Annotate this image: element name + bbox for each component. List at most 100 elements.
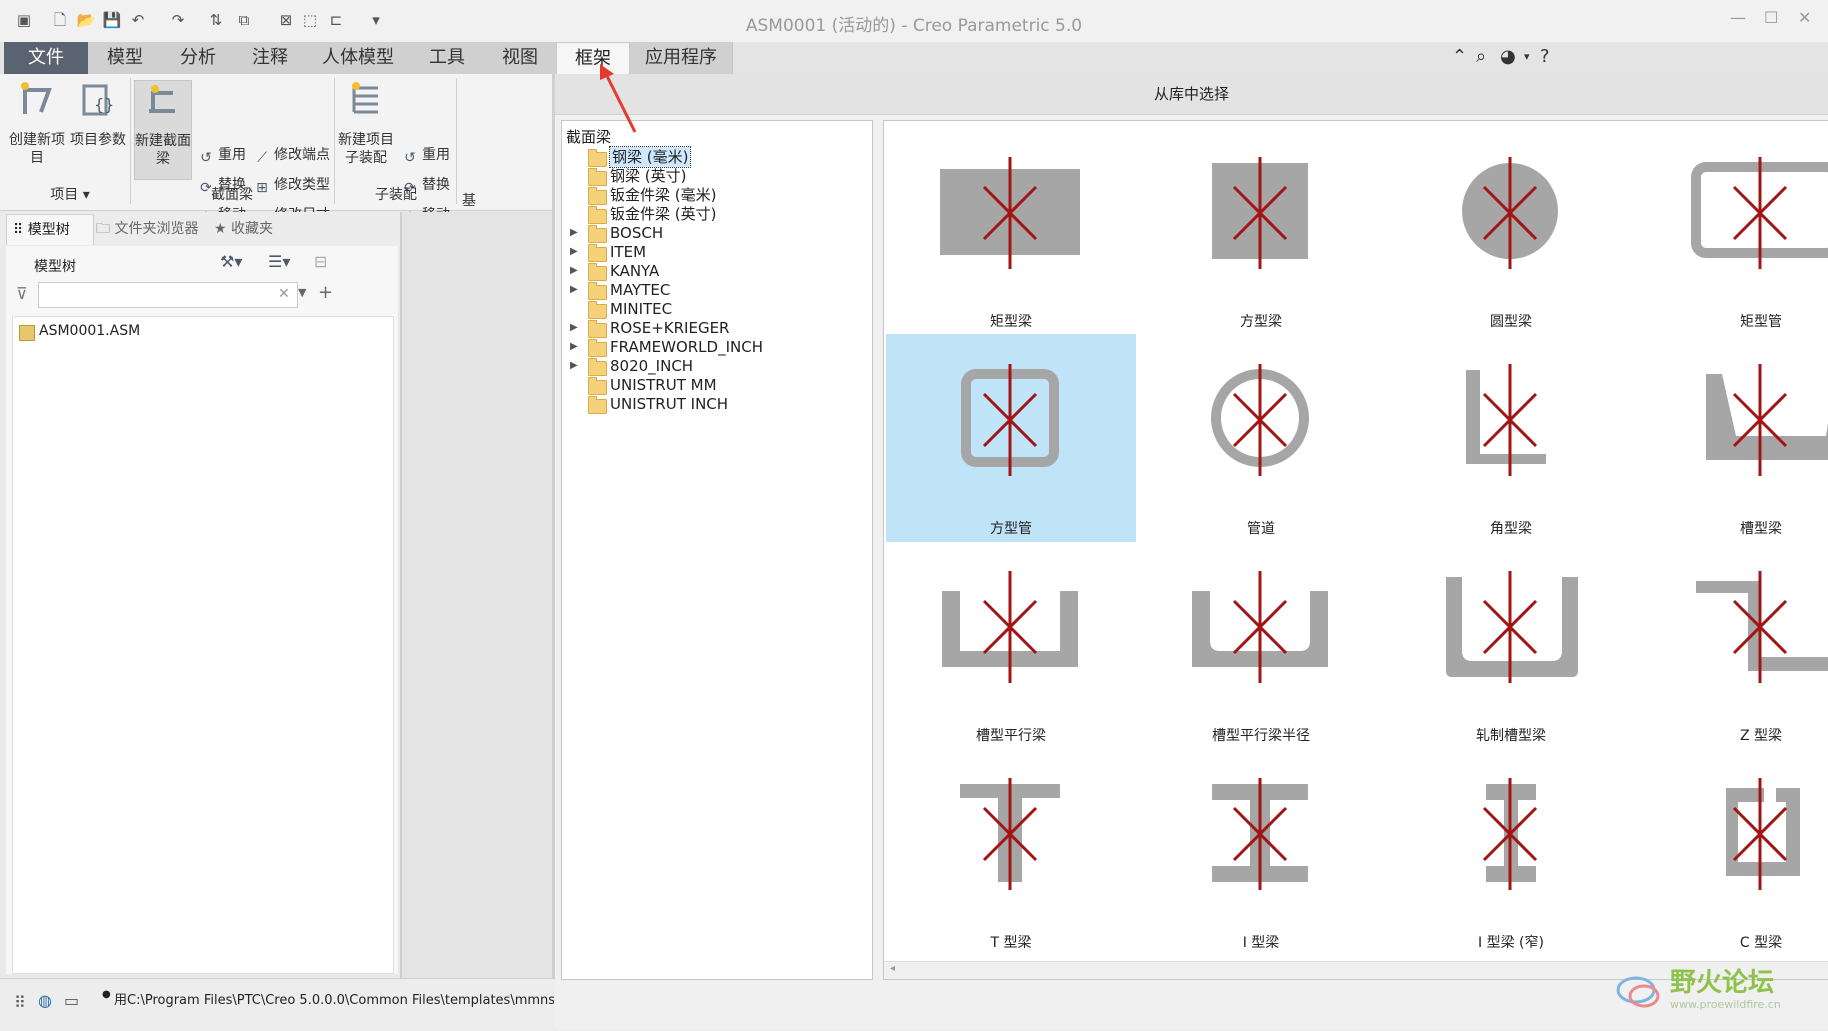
folder-item[interactable]: ▶ 8020_INCH bbox=[562, 356, 862, 376]
clear-search-icon[interactable]: ✕ bbox=[278, 286, 290, 302]
profile-item[interactable]: 轧制槽型梁 bbox=[1386, 541, 1636, 749]
add-filter-icon[interactable]: + bbox=[318, 282, 333, 303]
modify-end-label: 修改端点 bbox=[274, 147, 330, 163]
folder-icon bbox=[588, 320, 607, 338]
folder-item[interactable]: ▶ BOSCH bbox=[562, 223, 862, 243]
expand-arrow-icon[interactable]: ▶ bbox=[570, 318, 578, 338]
folder-item[interactable]: ▶ FRAMEWORLD_INCH bbox=[562, 337, 862, 357]
profile-label: Z 型梁 bbox=[1739, 728, 1783, 744]
close-icon[interactable]: ✕ bbox=[1798, 8, 1811, 27]
tab-analysis[interactable]: 分析 bbox=[162, 42, 235, 74]
circle-profile-icon bbox=[1462, 157, 1558, 269]
profile-item[interactable]: 槽型梁 bbox=[1636, 334, 1828, 542]
ribbon-body: 创建新项目 {} 项目参数 项目 ▾ 新建截面梁 ↺重用 ⟳替换 ✥移动 ⟋修改… bbox=[0, 74, 555, 226]
folder-icon bbox=[588, 339, 607, 357]
select-from-library-dialog: 从库中选择 截面梁 钢梁 (毫米) 钢梁 (英寸) 钣金件梁 (毫米) 钣金件梁 (英… bbox=[555, 74, 1828, 1030]
profile-item[interactable]: 槽型平行梁半径 bbox=[1136, 541, 1386, 749]
modify-end-button[interactable]: ⟋ 修改端点 bbox=[254, 144, 330, 166]
tree-filter-settings-icon[interactable]: ⊟ bbox=[314, 252, 327, 271]
folder-item[interactable]: ▶ ITEM bbox=[562, 242, 862, 262]
item-params-button[interactable]: {} 项目参数 bbox=[70, 80, 126, 149]
folder-label: UNISTRUT INCH bbox=[610, 395, 729, 413]
tab-manikin[interactable]: 人体模型 bbox=[306, 42, 411, 74]
pipe-profile-icon bbox=[1211, 364, 1309, 476]
tab-file[interactable]: 文件 bbox=[4, 42, 89, 74]
item-params-label: 项目参数 bbox=[70, 132, 126, 148]
create-new-item-label: 创建新项目 bbox=[9, 132, 65, 166]
folder-item[interactable]: 钢梁 (毫米) bbox=[562, 146, 862, 168]
profile-item[interactable]: 方型管 bbox=[886, 334, 1136, 542]
graphics-toolbar-icon[interactable]: ⠿ bbox=[14, 993, 26, 1012]
profile-item[interactable]: 方型梁 bbox=[1136, 127, 1386, 335]
tab-annotate[interactable]: 注释 bbox=[234, 42, 307, 74]
tree-search-input[interactable] bbox=[38, 282, 298, 308]
project-group-label[interactable]: 项目 ▾ bbox=[40, 184, 100, 204]
create-new-item-button[interactable]: 创建新项目 bbox=[6, 80, 68, 167]
folder-label: UNISTRUT MM bbox=[610, 376, 717, 394]
folder-item[interactable]: MINITEC bbox=[562, 299, 862, 319]
tree-item-root[interactable]: ASM0001.ASM bbox=[19, 323, 319, 345]
tab-favorites[interactable]: ★ 收藏夹 bbox=[208, 214, 290, 244]
folder-item[interactable]: 钣金件梁 (毫米) bbox=[562, 185, 862, 205]
profile-item[interactable]: I 型梁 bbox=[1136, 748, 1386, 956]
rect-profile-icon bbox=[940, 157, 1080, 269]
navigator-tabs: ⠿ 模型树 🗀 文件夹浏览器 ★ 收藏夹 bbox=[0, 212, 400, 246]
folder-item[interactable]: ▶ MAYTEC bbox=[562, 280, 862, 300]
profile-label: 圆型梁 bbox=[1490, 314, 1532, 330]
profile-item[interactable]: I 型梁 (窄) bbox=[1386, 748, 1636, 956]
ribbon-tab-bar: 文件 模型 分析 注释 人体模型 工具 视图 框架 应用程序 ⌃ ⌕ ◕ ▾ ? bbox=[0, 42, 1828, 75]
profile-item[interactable]: Z 型梁 bbox=[1636, 541, 1828, 749]
folder-item[interactable]: 钣金件梁 (英寸) bbox=[562, 204, 862, 224]
tab-model-tree[interactable]: ⠿ 模型树 bbox=[6, 214, 94, 245]
folder-item[interactable]: UNISTRUT INCH bbox=[562, 394, 862, 414]
channelpar-profile-icon bbox=[942, 571, 1078, 683]
expand-arrow-icon[interactable]: ▶ bbox=[570, 337, 578, 357]
profile-label: 槽型平行梁 bbox=[976, 728, 1046, 744]
scroll-left-icon[interactable]: ◂ bbox=[890, 963, 895, 974]
tree-show-icon[interactable]: ☰▾ bbox=[268, 252, 290, 271]
maximize-icon[interactable]: ☐ bbox=[1764, 8, 1778, 27]
folder-label: 钣金件梁 (英寸) bbox=[610, 205, 717, 223]
profile-item[interactable]: 槽型平行梁 bbox=[886, 541, 1136, 749]
browser-icon[interactable]: ◍ bbox=[38, 991, 52, 1010]
tree-settings-icon[interactable]: ⚒▾ bbox=[220, 252, 242, 271]
modify-type-button[interactable]: ⊞ 修改类型 bbox=[254, 174, 330, 196]
folder-item[interactable]: 钢梁 (英寸) bbox=[562, 166, 862, 186]
section-reuse-button[interactable]: ↺ 重用 bbox=[198, 144, 246, 166]
search-icon[interactable]: ⌕ bbox=[1476, 46, 1486, 67]
tab-favorites-label: 收藏夹 bbox=[231, 221, 274, 237]
tab-model[interactable]: 模型 bbox=[88, 42, 163, 74]
tab-tools[interactable]: 工具 bbox=[410, 42, 485, 74]
new-subassembly-button[interactable]: 新建项目子装配 bbox=[338, 80, 394, 167]
expand-arrow-icon[interactable]: ▶ bbox=[570, 356, 578, 376]
folder-item[interactable]: UNISTRUT MM bbox=[562, 375, 862, 395]
expand-arrow-icon[interactable]: ▶ bbox=[570, 223, 578, 243]
profile-label: 角型梁 bbox=[1490, 521, 1532, 537]
community-dropdown-icon[interactable]: ▾ bbox=[1524, 50, 1530, 63]
collapse-ribbon-icon[interactable]: ⌃ bbox=[1452, 46, 1467, 67]
help-icon[interactable]: ? bbox=[1540, 46, 1550, 67]
tab-folder-browser[interactable]: 🗀 文件夹浏览器 bbox=[90, 214, 208, 244]
new-section-beam-button[interactable]: 新建截面梁 bbox=[134, 80, 192, 180]
profile-label: T 型梁 bbox=[990, 935, 1032, 951]
profile-item[interactable]: 角型梁 bbox=[1386, 334, 1636, 542]
tab-view[interactable]: 视图 bbox=[484, 42, 557, 74]
profile-item[interactable]: C 型梁 bbox=[1636, 748, 1828, 956]
expand-arrow-icon[interactable]: ▶ bbox=[570, 261, 578, 281]
community-icon[interactable]: ◕ bbox=[1500, 46, 1516, 67]
full-screen-icon[interactable]: ▭ bbox=[64, 991, 79, 1010]
folder-item[interactable]: ▶ KANYA bbox=[562, 261, 862, 281]
watermark-url: www.proewildfire.cn bbox=[1670, 998, 1781, 1011]
profile-item[interactable]: 圆型梁 bbox=[1386, 127, 1636, 335]
sub-reuse-button[interactable]: ↺ 重用 bbox=[402, 144, 450, 166]
folder-item[interactable]: ▶ ROSE+KRIEGER bbox=[562, 318, 862, 338]
profile-item[interactable]: T 型梁 bbox=[886, 748, 1136, 956]
search-dropdown-icon[interactable]: ▼ bbox=[298, 286, 306, 299]
expand-arrow-icon[interactable]: ▶ bbox=[570, 280, 578, 300]
profile-item[interactable]: 矩型梁 bbox=[886, 127, 1136, 335]
expand-arrow-icon[interactable]: ▶ bbox=[570, 242, 578, 262]
minimize-icon[interactable]: — bbox=[1730, 8, 1746, 27]
profile-item[interactable]: 矩型管 bbox=[1636, 127, 1828, 335]
profile-item[interactable]: 管道 bbox=[1136, 334, 1386, 542]
assembly-icon bbox=[19, 325, 35, 341]
